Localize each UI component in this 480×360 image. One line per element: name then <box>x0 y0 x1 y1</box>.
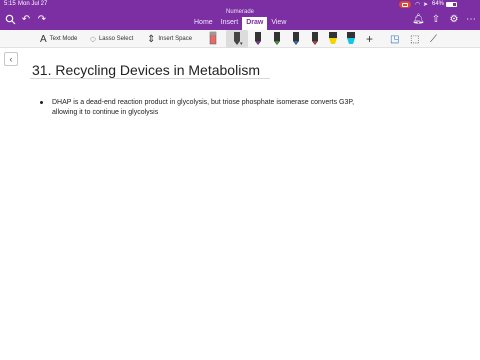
bell-icon[interactable]: 🔔︎ <box>412 14 425 26</box>
text-icon: A <box>40 33 47 45</box>
share-icon[interactable]: ⇧ <box>430 14 442 26</box>
tab-draw[interactable]: Draw <box>242 17 268 30</box>
ribbon-tabs: Home Insert Draw View <box>190 17 290 30</box>
shapes-button[interactable]: ◳ <box>390 33 399 45</box>
bullet-point <box>40 101 43 104</box>
highlighter-yellow-tool[interactable] <box>328 31 338 46</box>
add-pen-button[interactable]: + <box>366 32 374 46</box>
ink-to-shape-icon: ⬚ <box>410 33 420 45</box>
status-time: 5:15 <box>4 1 16 7</box>
location-icon: ➤ <box>423 2 429 8</box>
text-mode-label: Text Mode <box>49 36 78 42</box>
back-button[interactable]: ‹ <box>4 52 18 66</box>
draw-ribbon: A Text Mode ◌ Lasso Select ⇕ Insert Spac… <box>0 30 480 48</box>
insert-space-button[interactable]: ⇕ Insert Space <box>147 33 192 45</box>
bullet-line-1: DHAP is a dead-end reaction product in g… <box>52 99 355 106</box>
tab-view[interactable]: View <box>267 17 290 30</box>
tab-home[interactable]: Home <box>190 17 217 30</box>
text-mode-button[interactable]: A Text Mode <box>40 33 77 45</box>
insert-space-label: Insert Space <box>158 36 193 42</box>
shapes-icon: ◳ <box>390 33 400 45</box>
tab-insert[interactable]: Insert <box>217 17 243 30</box>
status-date: Mon Jul 27 <box>18 1 48 7</box>
pen-options-chevron-icon[interactable]: ▾ <box>240 41 243 47</box>
lasso-select-button[interactable]: ◌ Lasso Select <box>90 33 133 45</box>
ruler-button[interactable]: ⟋ <box>430 33 437 45</box>
plus-icon: + <box>366 32 374 46</box>
battery-icon <box>446 2 457 7</box>
pen-blue-tool[interactable] <box>291 31 301 46</box>
pen-red-tool[interactable] <box>310 31 320 46</box>
page-title: 31. Recycling Devices in Metabolism <box>32 62 260 78</box>
search-icon[interactable] <box>4 14 16 26</box>
pen-purple-tool[interactable] <box>253 31 263 46</box>
app-title: Numerade <box>225 9 254 15</box>
more-icon[interactable]: ⋯ <box>465 14 477 26</box>
wifi-icon: ◠ <box>415 2 421 8</box>
pen-green-tool[interactable] <box>272 31 282 46</box>
battery-percentage: 64% <box>432 1 445 7</box>
highlighter-cyan-tool[interactable] <box>346 31 356 46</box>
title-divider <box>30 78 270 79</box>
gear-icon[interactable]: ⚙ <box>448 14 460 26</box>
ink-to-shape-button[interactable]: ⬚ <box>410 33 419 45</box>
insert-space-icon: ⇕ <box>147 33 156 45</box>
ruler-icon: ⟋ <box>430 33 437 45</box>
bullet-line-2: allowing it to continue in glycolysis <box>52 109 159 116</box>
screen-record-indicator <box>399 1 411 8</box>
chevron-left-icon: ‹ <box>9 54 13 64</box>
eraser-pen-tool[interactable] <box>208 31 218 46</box>
lasso-select-label: Lasso Select <box>98 36 134 42</box>
undo-icon[interactable]: ↶ <box>20 14 32 26</box>
bullet-text[interactable]: DHAP is a dead-end reaction product in g… <box>52 98 382 118</box>
redo-icon[interactable]: ↷ <box>36 14 48 26</box>
app-header: 5:15 Mon Jul 27 ◠ ➤ 64% Numerade ↶ ↷ Hom… <box>0 0 480 30</box>
lasso-icon: ◌ <box>90 33 96 45</box>
